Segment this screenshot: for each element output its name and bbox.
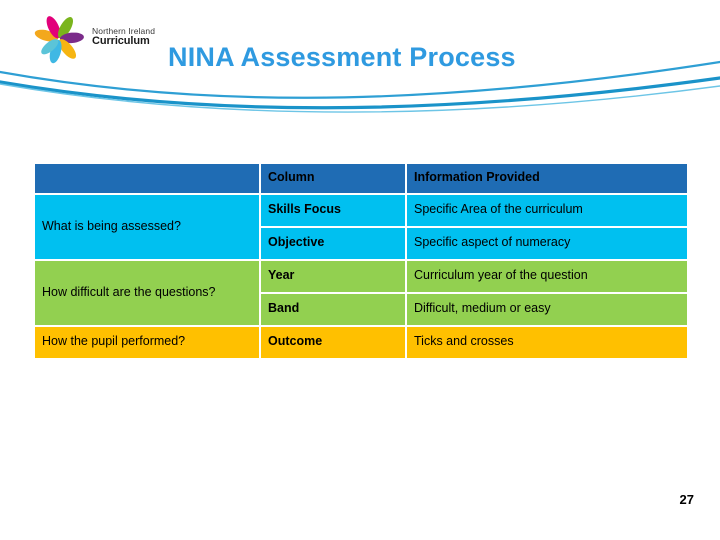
brand-logo-text: Northern Ireland Curriculum [92, 26, 155, 48]
column-cell-skills-focus: Skills Focus [261, 195, 405, 226]
ni-curriculum-pinwheel-logo-icon [30, 16, 90, 64]
question-cell-performance: How the pupil performed? [35, 327, 259, 358]
table-row: What is being assessed? Skills Focus Spe… [35, 195, 687, 259]
info-cell-outcome: Ticks and crosses [407, 327, 687, 358]
slide-header: Northern Ireland Curriculum NINA Assessm… [0, 0, 720, 118]
info-cell-skills-focus: Specific Area of the curriculum [407, 195, 687, 226]
info-cell-year: Curriculum year of the question [407, 261, 687, 292]
table-header-cell-info: Information Provided [407, 164, 687, 193]
column-cell-outcome: Outcome [261, 327, 405, 358]
question-cell-assessed: What is being assessed? [35, 195, 259, 259]
question-cell-difficulty: How difficult are the questions? [35, 261, 259, 325]
info-cell-band: Difficult, medium or easy [407, 294, 687, 325]
column-cell-objective: Objective [261, 228, 405, 259]
table-header-cell-column: Column [261, 164, 405, 193]
assessment-process-table: Column Information Provided What is bein… [33, 162, 689, 360]
brand-logo: Northern Ireland Curriculum [30, 14, 175, 66]
table-row: How the pupil performed? Outcome Ticks a… [35, 327, 687, 358]
table-header-row: Column Information Provided [35, 164, 687, 193]
info-cell-objective: Specific aspect of numeracy [407, 228, 687, 259]
column-cell-year: Year [261, 261, 405, 292]
page-number: 27 [679, 492, 694, 507]
brand-logo-line-2: Curriculum [92, 35, 150, 48]
column-cell-band: Band [261, 294, 405, 325]
table-header-cell-blank [35, 164, 259, 193]
header-wave-decoration-icon [0, 60, 720, 118]
table-row: How difficult are the questions? Year Cu… [35, 261, 687, 325]
